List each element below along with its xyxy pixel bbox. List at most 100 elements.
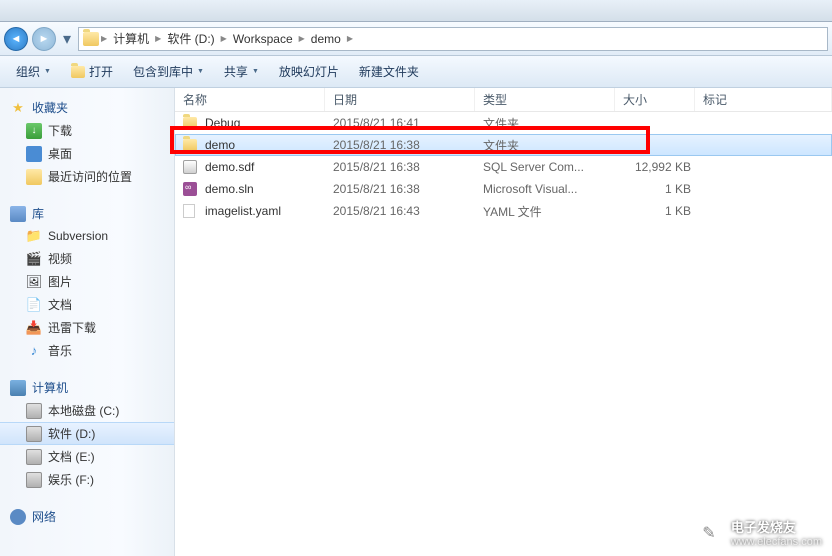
navigation-bar: ◄ ► ▾ ▶ 计算机 ▶ 软件 (D:) ▶ Workspace ▶ demo… bbox=[0, 22, 832, 56]
column-name[interactable]: 名称 bbox=[175, 88, 325, 111]
sidebar-recent[interactable]: 最近访问的位置 bbox=[0, 165, 174, 188]
chevron-right-icon: ▶ bbox=[221, 34, 227, 43]
file-row[interactable]: demo.sln2015/8/21 16:38Microsoft Visual.… bbox=[175, 178, 832, 200]
video-icon: 🎬 bbox=[26, 251, 42, 267]
watermark-url: www.elecfans.com bbox=[731, 536, 822, 548]
network-icon bbox=[10, 509, 26, 525]
file-row[interactable]: Debug2015/8/21 16:41文件夹 bbox=[175, 112, 832, 134]
database-icon bbox=[183, 160, 197, 174]
watermark-name: 电子发烧友 bbox=[731, 517, 822, 536]
chevron-down-icon: ▼ bbox=[197, 68, 204, 75]
recent-icon bbox=[26, 169, 42, 185]
network-group[interactable]: 网络 bbox=[0, 505, 174, 528]
file-name: imagelist.yaml bbox=[201, 204, 333, 218]
sidebar-xunlei[interactable]: 📥迅雷下载 bbox=[0, 316, 174, 339]
folder-icon bbox=[183, 117, 197, 129]
column-headers: 名称 日期 类型 大小 标记 bbox=[175, 88, 832, 112]
sidebar-drive-e[interactable]: 文档 (E:) bbox=[0, 445, 174, 468]
file-name: demo.sln bbox=[201, 182, 333, 196]
library-icon bbox=[10, 206, 26, 222]
sidebar-drive-c[interactable]: 本地磁盘 (C:) bbox=[0, 399, 174, 422]
command-toolbar: 组织 ▼ 打开 包含到库中 ▼ 共享 ▼ 放映幻灯片 新建文件夹 bbox=[0, 56, 832, 88]
navigation-pane: ★收藏夹 ↓下载 桌面 最近访问的位置 库 📁Subversion 🎬视频 🖼图… bbox=[0, 88, 175, 556]
folder-icon bbox=[83, 32, 99, 46]
watermark: ✎ 电子发烧友 www.elecfans.com bbox=[695, 517, 822, 548]
folder-icon bbox=[183, 139, 197, 151]
drive-icon bbox=[26, 472, 42, 488]
file-type: 文件夹 bbox=[483, 115, 623, 132]
file-date: 2015/8/21 16:43 bbox=[333, 204, 483, 218]
sidebar-drive-f[interactable]: 娱乐 (F:) bbox=[0, 468, 174, 491]
breadcrumb-workspace[interactable]: Workspace bbox=[229, 32, 297, 46]
chevron-down-icon: ▼ bbox=[252, 68, 259, 75]
star-icon: ★ bbox=[10, 100, 26, 116]
file-type: Microsoft Visual... bbox=[483, 182, 623, 196]
sidebar-music[interactable]: ♪音乐 bbox=[0, 339, 174, 362]
share-menu[interactable]: 共享 ▼ bbox=[216, 59, 267, 84]
solution-icon bbox=[183, 182, 197, 196]
desktop-icon bbox=[26, 146, 42, 162]
file-view: 名称 日期 类型 大小 标记 Debug2015/8/21 16:41文件夹de… bbox=[175, 88, 832, 556]
column-type[interactable]: 类型 bbox=[475, 88, 615, 111]
file-date: 2015/8/21 16:38 bbox=[333, 138, 483, 152]
file-list: Debug2015/8/21 16:41文件夹demo2015/8/21 16:… bbox=[175, 112, 832, 222]
file-date: 2015/8/21 16:41 bbox=[333, 116, 483, 130]
file-date: 2015/8/21 16:38 bbox=[333, 160, 483, 174]
drive-icon bbox=[26, 449, 42, 465]
computer-group[interactable]: 计算机 bbox=[0, 376, 174, 399]
download-icon: ↓ bbox=[26, 123, 42, 139]
sidebar-desktop[interactable]: 桌面 bbox=[0, 142, 174, 165]
file-name: demo.sdf bbox=[201, 160, 333, 174]
organize-menu[interactable]: 组织 ▼ bbox=[8, 59, 59, 84]
file-type: 文件夹 bbox=[483, 137, 623, 154]
new-folder-button[interactable]: 新建文件夹 bbox=[351, 59, 427, 84]
drive-icon bbox=[26, 426, 42, 442]
file-row[interactable]: imagelist.yaml2015/8/21 16:43YAML 文件1 KB bbox=[175, 200, 832, 222]
open-button[interactable]: 打开 bbox=[63, 59, 121, 84]
include-library-menu[interactable]: 包含到库中 ▼ bbox=[125, 59, 212, 84]
column-size[interactable]: 大小 bbox=[615, 88, 695, 111]
file-type: YAML 文件 bbox=[483, 203, 623, 220]
folder-icon bbox=[71, 66, 85, 78]
breadcrumb-drive[interactable]: 软件 (D:) bbox=[163, 30, 218, 47]
slideshow-button[interactable]: 放映幻灯片 bbox=[271, 59, 347, 84]
breadcrumb-demo[interactable]: demo bbox=[307, 32, 345, 46]
file-name: demo bbox=[201, 138, 333, 152]
file-size: 1 KB bbox=[623, 182, 703, 196]
back-button[interactable]: ◄ bbox=[4, 27, 28, 51]
sidebar-pictures[interactable]: 🖼图片 bbox=[0, 270, 174, 293]
sidebar-downloads[interactable]: ↓下载 bbox=[0, 119, 174, 142]
sidebar-documents[interactable]: 📄文档 bbox=[0, 293, 174, 316]
file-type: SQL Server Com... bbox=[483, 160, 623, 174]
file-size: 1 KB bbox=[623, 204, 703, 218]
computer-icon bbox=[10, 380, 26, 396]
file-icon bbox=[183, 204, 195, 218]
sidebar-subversion[interactable]: 📁Subversion bbox=[0, 225, 174, 247]
sidebar-drive-d[interactable]: 软件 (D:) bbox=[0, 422, 174, 445]
column-date[interactable]: 日期 bbox=[325, 88, 475, 111]
forward-button[interactable]: ► bbox=[32, 27, 56, 51]
column-tag[interactable]: 标记 bbox=[695, 88, 832, 111]
chevron-right-icon: ▶ bbox=[347, 34, 353, 43]
picture-icon: 🖼 bbox=[26, 274, 42, 290]
chevron-right-icon: ▶ bbox=[155, 34, 161, 43]
breadcrumb-computer[interactable]: 计算机 bbox=[109, 30, 153, 47]
document-icon: 📄 bbox=[26, 297, 42, 313]
file-date: 2015/8/21 16:38 bbox=[333, 182, 483, 196]
libraries-group[interactable]: 库 bbox=[0, 202, 174, 225]
chevron-right-icon: ▶ bbox=[101, 34, 107, 43]
history-dropdown[interactable]: ▾ bbox=[60, 29, 74, 49]
window-titlebar bbox=[0, 0, 832, 22]
address-bar[interactable]: ▶ 计算机 ▶ 软件 (D:) ▶ Workspace ▶ demo ▶ bbox=[78, 27, 828, 51]
file-row[interactable]: demo.sdf2015/8/21 16:38SQL Server Com...… bbox=[175, 156, 832, 178]
chevron-down-icon: ▼ bbox=[44, 68, 51, 75]
watermark-logo-icon: ✎ bbox=[695, 519, 723, 547]
file-name: Debug bbox=[201, 116, 333, 130]
chevron-right-icon: ▶ bbox=[299, 34, 305, 43]
file-size: 12,992 KB bbox=[623, 160, 703, 174]
sidebar-videos[interactable]: 🎬视频 bbox=[0, 247, 174, 270]
drive-icon bbox=[26, 403, 42, 419]
file-row[interactable]: demo2015/8/21 16:38文件夹 bbox=[175, 134, 832, 156]
music-icon: ♪ bbox=[26, 343, 42, 359]
favorites-group[interactable]: ★收藏夹 bbox=[0, 96, 174, 119]
